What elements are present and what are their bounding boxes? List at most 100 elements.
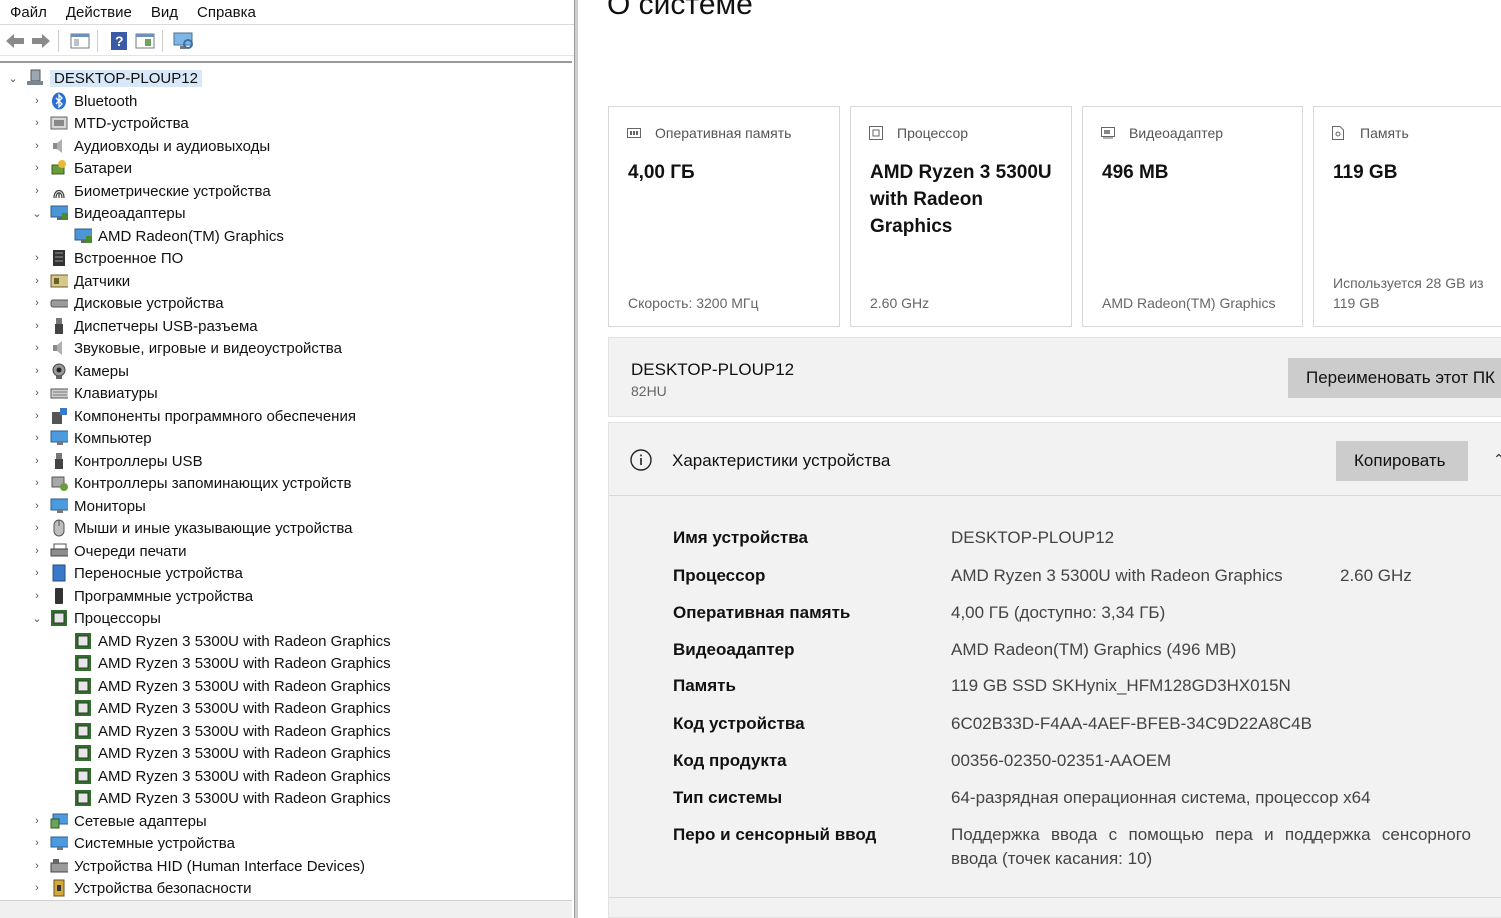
device-cpu-1[interactable]: AMD Ryzen 3 5300U with Radeon Graphics xyxy=(54,630,391,652)
category-audio-io[interactable]: › Аудиовходы и аудиовыходы xyxy=(30,135,270,157)
chevron-down-icon[interactable]: ⌄ xyxy=(6,72,20,85)
chevron-right-icon[interactable]: › xyxy=(30,275,44,287)
chevron-right-icon[interactable]: › xyxy=(30,365,44,377)
category-usb-controllers[interactable]: › Контроллеры USB xyxy=(30,450,202,472)
card-storage-footer: Используется 28 GB из 119 GB xyxy=(1333,275,1484,311)
device-specs-header[interactable]: Характеристики устройства Копировать ⌃ xyxy=(609,423,1501,496)
chevron-up-icon[interactable]: ⌃ xyxy=(1493,451,1501,468)
spec-value: DESKTOP-PLOUP12 xyxy=(951,528,1115,547)
category-mice[interactable]: › Мыши и иные указывающие устройства xyxy=(30,517,352,539)
category-mtd[interactable]: › MTD-устройства xyxy=(30,112,189,134)
chevron-right-icon[interactable]: › xyxy=(30,140,44,152)
monitor-icon xyxy=(50,497,68,515)
chevron-right-icon[interactable]: › xyxy=(30,410,44,422)
chevron-right-icon[interactable]: › xyxy=(30,387,44,399)
forward-button[interactable] xyxy=(30,30,52,52)
category-sensors[interactable]: › Датчики xyxy=(30,270,130,292)
chevron-right-icon[interactable]: › xyxy=(30,815,44,827)
device-manager-window: Файл Действие Вид Справка ? ⌄ DESKTOP-PLO… xyxy=(0,0,574,918)
category-network-adapters[interactable]: › Сетевые адаптеры xyxy=(30,810,207,832)
category-monitors[interactable]: › Мониторы xyxy=(30,495,146,517)
category-system-devices[interactable]: › Системные устройства xyxy=(30,832,235,854)
copy-button[interactable]: Копировать xyxy=(1336,441,1468,481)
chevron-right-icon[interactable]: › xyxy=(30,837,44,849)
cpu-icon xyxy=(50,609,68,627)
chevron-down-icon[interactable]: ⌄ xyxy=(30,612,44,625)
help-button[interactable]: ? xyxy=(108,30,130,52)
chevron-right-icon[interactable]: › xyxy=(30,500,44,512)
menu-file[interactable]: Файл xyxy=(6,4,51,21)
chevron-right-icon[interactable]: › xyxy=(30,477,44,489)
device-cpu-5[interactable]: AMD Ryzen 3 5300U with Radeon Graphics xyxy=(54,720,391,742)
category-cameras[interactable]: › Камеры xyxy=(30,360,129,382)
category-usb-connector-managers[interactable]: › Диспетчеры USB-разъема xyxy=(30,315,258,337)
device-cpu-2[interactable]: AMD Ryzen 3 5300U with Radeon Graphics xyxy=(54,652,391,674)
chevron-right-icon[interactable]: › xyxy=(30,882,44,894)
device-cpu-8[interactable]: AMD Ryzen 3 5300U with Radeon Graphics xyxy=(54,787,391,809)
device-tree: ⌄ DESKTOP-PLOUP12 › Bluetooth › MTD-устройств… xyxy=(0,61,572,918)
hid-icon xyxy=(50,857,68,875)
menu-help[interactable]: Справка xyxy=(193,4,260,21)
page-title: О системе xyxy=(607,0,753,21)
category-software-devices[interactable]: › Программные устройства xyxy=(30,585,253,607)
chevron-right-icon[interactable]: › xyxy=(30,185,44,197)
category-keyboards[interactable]: › Клавиатуры xyxy=(30,382,158,404)
category-print-queues[interactable]: › Очереди печати xyxy=(30,540,186,562)
properties-button[interactable] xyxy=(69,30,91,52)
tree-node-label: AMD Ryzen 3 5300U with Radeon Graphics xyxy=(98,632,391,650)
tree-node-label: Мониторы xyxy=(74,497,146,515)
tree-node-label: Диспетчеры USB-разъема xyxy=(74,317,258,335)
view-button[interactable] xyxy=(134,30,156,52)
category-firmware[interactable]: › Встроенное ПО xyxy=(30,247,183,269)
tree-node-label: DESKTOP-PLOUP12 xyxy=(50,69,202,87)
chevron-right-icon[interactable]: › xyxy=(30,455,44,467)
category-bluetooth[interactable]: › Bluetooth xyxy=(30,90,137,112)
category-hid[interactable]: › Устройства HID (Human Interface Devices… xyxy=(30,855,365,877)
chevron-right-icon[interactable]: › xyxy=(30,162,44,174)
tree-node-label: Контроллеры запоминающих устройств xyxy=(74,474,352,492)
tree-node-label: Видеоадаптеры xyxy=(74,204,186,222)
chevron-down-icon[interactable]: ⌄ xyxy=(30,207,44,220)
tree-root-computer[interactable]: ⌄ DESKTOP-PLOUP12 xyxy=(6,67,202,89)
cpu-icon xyxy=(74,722,92,740)
category-portable-devices[interactable]: › Переносные устройства xyxy=(30,562,243,584)
category-sound-video-game[interactable]: › Звуковые, игровые и видеоустройства xyxy=(30,337,342,359)
tree-node-label: Батареи xyxy=(74,159,132,177)
category-biometric[interactable]: › Биометрические устройства xyxy=(30,180,271,202)
chevron-right-icon[interactable]: › xyxy=(30,567,44,579)
chevron-right-icon[interactable]: › xyxy=(30,522,44,534)
spec-key: Перо и сенсорный ввод xyxy=(673,825,877,844)
chevron-right-icon[interactable]: › xyxy=(30,342,44,354)
category-display-adapters[interactable]: ⌄ Видеоадаптеры xyxy=(30,202,186,224)
category-processors[interactable]: ⌄ Процессоры xyxy=(30,607,161,629)
category-disk-drives[interactable]: › Дисковые устройства xyxy=(30,292,224,314)
category-batteries[interactable]: › Батареи xyxy=(30,157,132,179)
chevron-right-icon[interactable]: › xyxy=(30,95,44,107)
spec-value: 6C02B33D-F4AA-4AEF-BFEB-34C9D22A8C4B xyxy=(951,714,1312,733)
chevron-right-icon[interactable]: › xyxy=(30,432,44,444)
back-button[interactable] xyxy=(4,30,26,52)
chevron-right-icon[interactable]: › xyxy=(30,297,44,309)
rename-pc-button[interactable]: Переименовать этот ПК xyxy=(1288,358,1501,398)
chevron-right-icon[interactable]: › xyxy=(30,860,44,872)
properties-icon xyxy=(70,33,90,48)
chevron-right-icon[interactable]: › xyxy=(30,117,44,129)
scan-hardware-button[interactable] xyxy=(173,30,195,52)
tree-node-label: Процессоры xyxy=(74,609,161,627)
menu-action[interactable]: Действие xyxy=(62,4,136,21)
chevron-right-icon[interactable]: › xyxy=(30,320,44,332)
category-security-devices[interactable]: › Устройства безопасности xyxy=(30,877,251,899)
tree-node-label: AMD Ryzen 3 5300U with Radeon Graphics xyxy=(98,744,391,762)
category-software-components[interactable]: › Компоненты программного обеспечения xyxy=(30,405,356,427)
category-storage-controllers[interactable]: › Контроллеры запоминающих устройств xyxy=(30,472,351,494)
device-amd-radeon-graphics[interactable]: AMD Radeon(TM) Graphics xyxy=(54,225,284,247)
chevron-right-icon[interactable]: › xyxy=(30,590,44,602)
chevron-right-icon[interactable]: › xyxy=(30,545,44,557)
category-computer[interactable]: › Компьютер xyxy=(30,427,151,449)
device-cpu-3[interactable]: AMD Ryzen 3 5300U with Radeon Graphics xyxy=(54,675,391,697)
device-cpu-6[interactable]: AMD Ryzen 3 5300U with Radeon Graphics xyxy=(54,742,391,764)
menu-view[interactable]: Вид xyxy=(147,4,182,21)
device-cpu-7[interactable]: AMD Ryzen 3 5300U with Radeon Graphics xyxy=(54,765,391,787)
chevron-right-icon[interactable]: › xyxy=(30,252,44,264)
device-cpu-4[interactable]: AMD Ryzen 3 5300U with Radeon Graphics xyxy=(54,697,391,719)
